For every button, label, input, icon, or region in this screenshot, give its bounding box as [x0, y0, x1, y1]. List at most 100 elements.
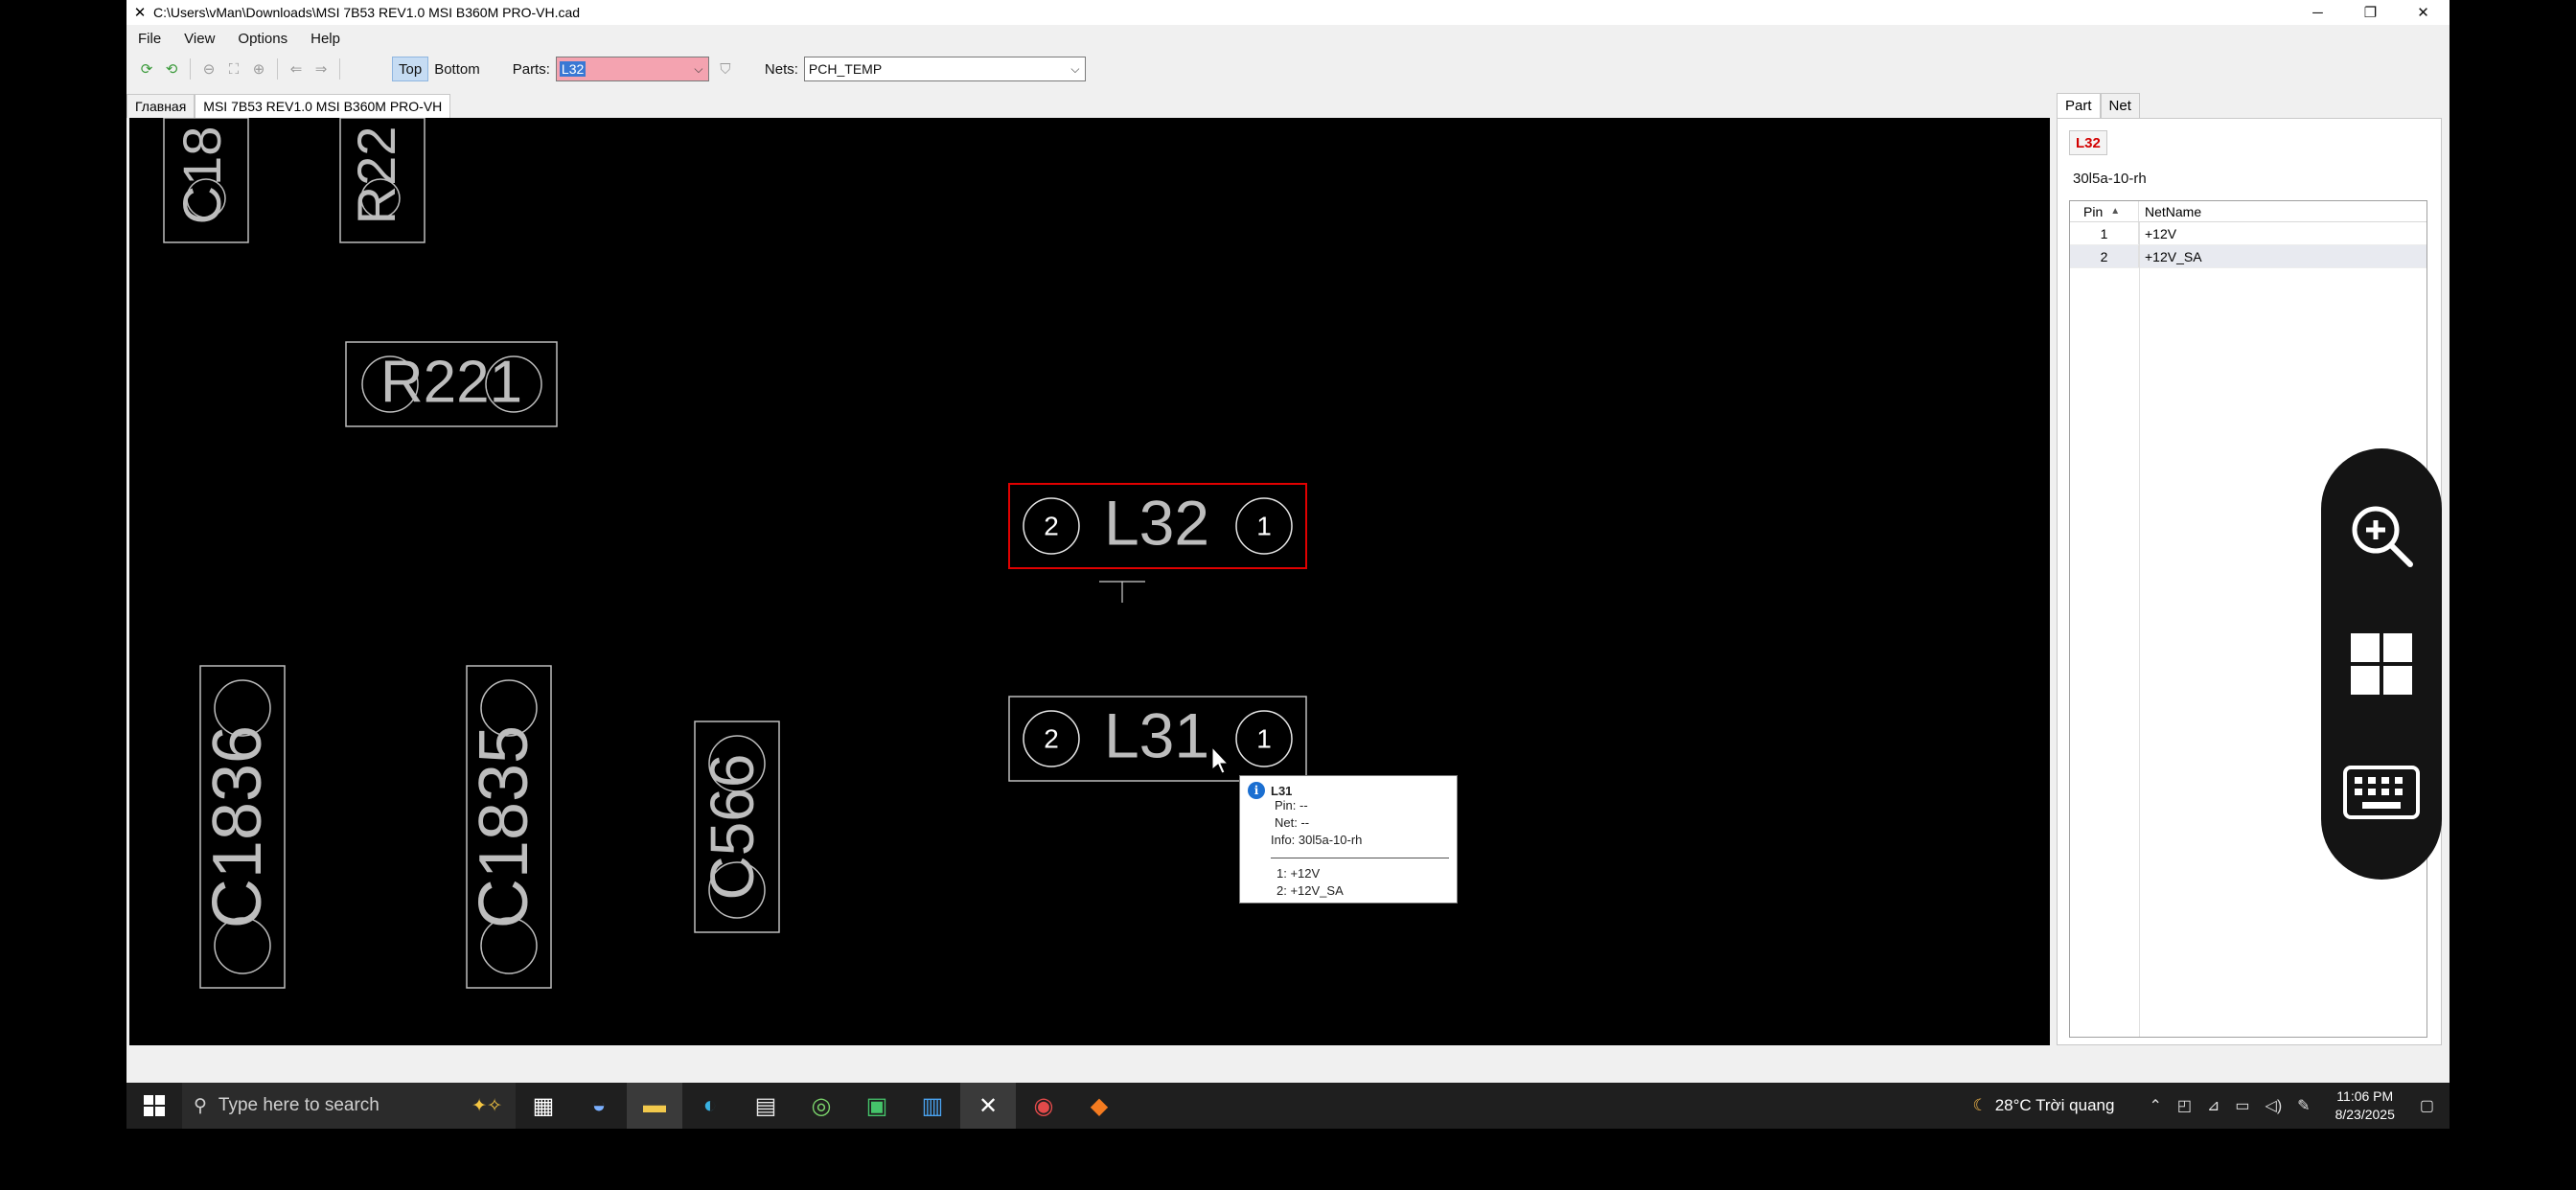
close-button[interactable]: ✕ — [2397, 0, 2450, 25]
minimize-button[interactable]: ─ — [2291, 0, 2344, 25]
date: 8/23/2025 — [2334, 1107, 2395, 1122]
network-icon[interactable]: ⊿ — [2207, 1096, 2220, 1115]
parts-combo[interactable]: L32 ⌵ — [555, 57, 709, 81]
component-label: C566 — [698, 754, 767, 901]
copilot-icon[interactable]: ◒ — [571, 1083, 627, 1129]
menu-help[interactable]: Help — [299, 31, 352, 47]
back-arrow-icon[interactable]: ⇐ — [284, 57, 309, 81]
windows-logo-icon — [144, 1095, 165, 1116]
toolbar-divider — [277, 58, 278, 80]
board-canvas[interactable]: C18 R22 R221 2 1 L32 2 1 L31 C1836 C1835… — [129, 118, 2050, 1045]
windows-logo-icon — [2351, 633, 2412, 695]
battery-icon[interactable]: ▭ — [2235, 1096, 2249, 1115]
table-row[interactable]: 2 +12V_SA — [2070, 245, 2426, 268]
pin-table-header: Pin ▲ NetName — [2070, 201, 2426, 222]
search-icon: ⚲ — [194, 1095, 207, 1116]
component-c18[interactable]: C18 — [163, 118, 249, 243]
zoom-out-icon[interactable]: ⊖ — [196, 57, 221, 81]
component-r22[interactable]: R22 — [339, 118, 426, 243]
task-view-icon[interactable]: ▦ — [516, 1083, 571, 1129]
filter-icon[interactable]: ⛉ — [713, 57, 738, 81]
keyboard-icon — [2343, 766, 2420, 819]
tooltip-pin: Pin: -- — [1275, 798, 1308, 812]
menu-view[interactable]: View — [172, 31, 226, 47]
column-header-netname[interactable]: NetName — [2139, 201, 2426, 221]
touch-toolbar — [2321, 448, 2442, 880]
weather-widget[interactable]: ☾ 28°C Trời quang — [1972, 1096, 2114, 1115]
toolbar-divider — [190, 58, 191, 80]
pin-label: 2 — [1044, 723, 1059, 753]
menu-options[interactable]: Options — [226, 31, 299, 47]
sparkle-icon: ✦✧ — [472, 1095, 502, 1116]
component-c1835[interactable]: C1835 — [466, 665, 552, 989]
tab-home[interactable]: Главная — [126, 94, 196, 118]
parts-label: Parts: — [512, 60, 550, 78]
boardviewer-icon[interactable]: ✕ — [960, 1083, 1016, 1129]
app-green-icon[interactable]: ◎ — [794, 1083, 849, 1129]
tab-net[interactable]: Net — [2100, 93, 2140, 118]
pin-label: 2 — [1044, 511, 1059, 540]
notification-icon[interactable]: ◰ — [2177, 1096, 2192, 1115]
app-j-icon[interactable]: ▣ — [849, 1083, 905, 1129]
pin-label: 1 — [1256, 723, 1272, 753]
zoom-fit-icon[interactable]: ⛶ — [221, 57, 246, 81]
info-icon: i — [1248, 782, 1265, 799]
chevron-up-icon[interactable]: ⌃ — [2149, 1096, 2161, 1115]
nets-combo[interactable]: PCH_TEMP ⌵ — [803, 57, 1086, 81]
bottom-side-button[interactable]: Bottom — [428, 57, 486, 81]
magnifier-button[interactable] — [2343, 497, 2420, 574]
tab-part[interactable]: Part — [2057, 93, 2101, 118]
restore-button[interactable]: ❐ — [2344, 0, 2397, 25]
pin-number: 2 — [2070, 245, 2139, 267]
system-tray: ☾ 28°C Trời quang ⌃ ◰ ⊿ ▭ ◁) ✎ 11:06 PM 8… — [1972, 1083, 2450, 1129]
board-view[interactable]: C18 R22 R221 2 1 L32 2 1 L31 C1836 C1835… — [129, 118, 2050, 1045]
zoom-in-icon — [2352, 506, 2413, 567]
table-row[interactable]: 1 +12V — [2070, 222, 2426, 245]
component-label: C1836 — [199, 725, 276, 928]
pin-label: 1 — [1256, 511, 1272, 540]
component-c566[interactable]: C566 — [694, 721, 780, 933]
pin-net: +12V_SA — [2145, 248, 2202, 264]
component-c1836[interactable]: C1836 — [199, 665, 286, 989]
keyboard-button[interactable] — [2343, 754, 2420, 831]
chevron-down-icon[interactable]: ⌵ — [1066, 62, 1085, 77]
time: 11:06 PM — [2336, 1088, 2394, 1104]
app-orange-icon[interactable]: ◆ — [1071, 1083, 1127, 1129]
component-label: C18 — [172, 126, 232, 225]
pin-net: +12V — [2145, 225, 2177, 241]
start-button[interactable] — [126, 1083, 182, 1129]
window-title: C:\Users\vMan\Downloads\MSI 7B53 REV1.0 … — [153, 5, 581, 20]
toolbar-divider — [339, 58, 340, 80]
store-icon[interactable]: ▤ — [738, 1083, 794, 1129]
edge-icon[interactable]: ◐ — [682, 1083, 738, 1129]
action-center-icon[interactable]: ▢ — [2420, 1096, 2434, 1115]
tooltip-pin2: 2: +12V_SA — [1276, 883, 1344, 898]
parts-value: L32 — [559, 61, 586, 77]
refresh-icon[interactable]: ⟳ — [134, 57, 159, 81]
component-r221[interactable]: R221 — [345, 341, 558, 427]
tab-board[interactable]: MSI 7B53 REV1.0 MSI B360M PRO-VH — [195, 94, 451, 118]
menu-bar: File View Options Help — [126, 26, 2450, 51]
nets-value: PCH_TEMP — [808, 61, 883, 77]
top-side-button[interactable]: Top — [392, 57, 429, 81]
clock[interactable]: 11:06 PM 8/23/2025 — [2335, 1087, 2395, 1124]
reload-icon[interactable]: ⟲ — [159, 57, 184, 81]
file-explorer-icon[interactable]: ▬ — [627, 1083, 682, 1129]
component-l31[interactable]: 2 1 L31 — [1008, 696, 1307, 782]
mouse-pointer-icon — [1211, 745, 1230, 774]
app-red-icon[interactable]: ◉ — [1016, 1083, 1071, 1129]
volume-icon[interactable]: ◁) — [2266, 1096, 2283, 1115]
column-header-pin[interactable]: Pin ▲ — [2070, 201, 2139, 221]
tooltip-pin1: 1: +12V — [1276, 866, 1321, 881]
sort-ascending-icon: ▲ — [2110, 206, 2121, 217]
windows-button[interactable] — [2343, 626, 2420, 702]
menu-file[interactable]: File — [126, 31, 172, 47]
zoom-in-icon[interactable]: ⊕ — [246, 57, 271, 81]
chevron-down-icon[interactable]: ⌵ — [689, 62, 708, 77]
forward-arrow-icon[interactable]: ⇒ — [309, 57, 334, 81]
pen-icon[interactable]: ✎ — [2297, 1096, 2310, 1115]
taskbar-search[interactable]: ⚲ Type here to search ✦✧ — [182, 1083, 516, 1129]
component-l32[interactable]: 2 1 L32 — [1008, 483, 1307, 569]
nets-label: Nets: — [764, 60, 798, 78]
app-document-icon[interactable]: ▥ — [905, 1083, 960, 1129]
